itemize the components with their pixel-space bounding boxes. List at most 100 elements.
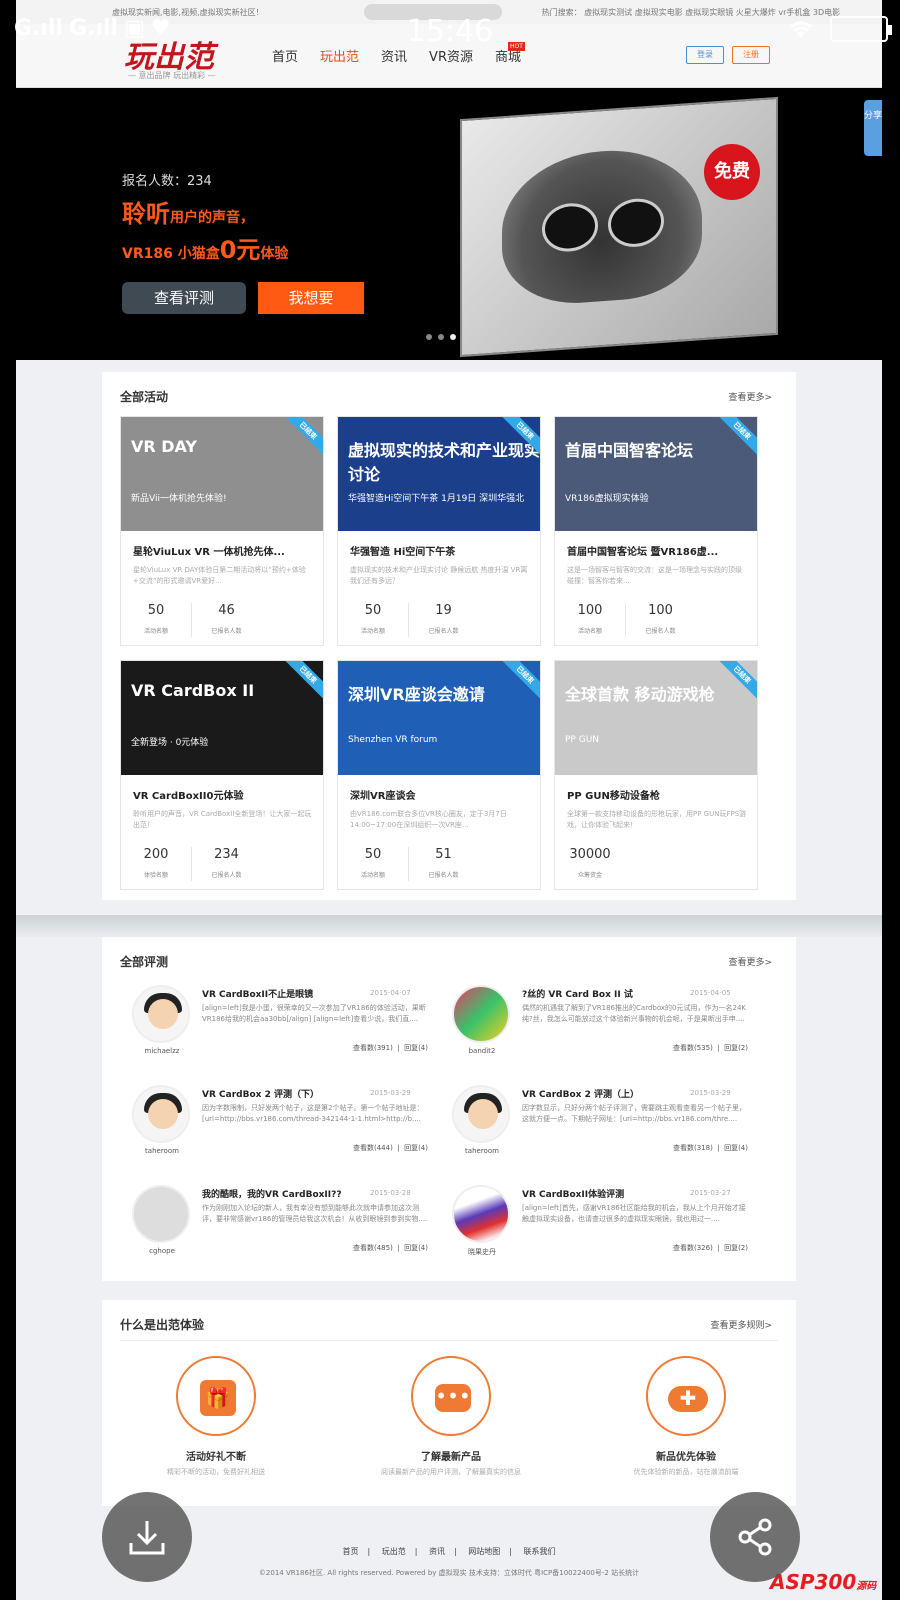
carousel-dots[interactable] bbox=[426, 334, 456, 340]
review-item[interactable]: 晓果史丹 VR CardBoxII体验评测 2015-03-27 [align=lef… bbox=[440, 1181, 760, 1281]
activity-card[interactable]: VR DAY 新品Vii一体机抢先体验! 已结束星轮ViuLux VR 一体机抢先体… bbox=[120, 416, 324, 646]
activity-card[interactable]: 首届中国智客论坛 VR186虚拟现实体验 已结束首届中国智客论坛 暨VR186虚..… bbox=[554, 416, 758, 646]
share-icon bbox=[738, 1518, 772, 1556]
side-share-tab[interactable]: 分享 bbox=[864, 100, 882, 156]
username[interactable]: taheroom bbox=[120, 1147, 204, 1155]
stat-quota: 50 活动名额 bbox=[360, 603, 385, 635]
i-want-button[interactable]: 我想要 bbox=[258, 282, 364, 314]
thumbnail-subtext: 全新登场 · 0元体验 bbox=[131, 738, 209, 748]
footer-link[interactable]: 首页 bbox=[343, 1547, 359, 1556]
activity-title[interactable]: VR CardBoxII0元体验 bbox=[133, 787, 243, 802]
logo-slogan: — 意出品牌 玩出精彩 — bbox=[128, 71, 216, 80]
stat-quota: 30000 众筹资金 bbox=[569, 847, 611, 879]
share-button[interactable] bbox=[710, 1492, 800, 1582]
battery-icon bbox=[830, 16, 892, 42]
activity-title[interactable]: 深圳VR座谈会 bbox=[350, 787, 415, 802]
ended-ribbon: 已结束 bbox=[279, 661, 323, 704]
ended-ribbon: 已结束 bbox=[713, 417, 757, 460]
activity-title[interactable]: 华强智造 Hi空间下午茶 bbox=[350, 543, 455, 558]
clock: 15:46 bbox=[406, 14, 494, 49]
thumbnail-headline: 首届中国智客论坛 bbox=[565, 441, 694, 460]
status-bar: G.ıll G.ıll ▣ ♥ 15:46 bbox=[0, 0, 900, 62]
username[interactable]: 晓果史丹 bbox=[440, 1247, 524, 1257]
review-item[interactable]: cghope 我的酷眼，我的VR CardBoxII?? 2015-03-28 作为刚… bbox=[120, 1181, 440, 1281]
free-badge: 免费 bbox=[704, 144, 760, 200]
review-title[interactable]: VR CardBoxII不止是眼镜 bbox=[202, 987, 352, 1000]
activity-thumbnail[interactable]: VR DAY 新品Vii一体机抢先体验! 已结束 bbox=[121, 417, 323, 531]
decorative-strip bbox=[16, 915, 882, 937]
download-button[interactable] bbox=[102, 1492, 192, 1582]
banner-subheadline: VR186 小猫盒0元体验 bbox=[122, 236, 289, 264]
activity-card[interactable]: VR CardBox II 全新登场 · 0元体验 已结束 VR CardBoxII0… bbox=[120, 660, 324, 890]
footer-link[interactable]: 联系我们 bbox=[524, 1547, 556, 1556]
thumbnail-headline: VR DAY bbox=[131, 437, 197, 456]
stat-signed-up: 234 已报名人数 bbox=[191, 847, 261, 881]
banner-headline: 聆听用户的声音， bbox=[122, 200, 254, 228]
review-date: 2015-03-29 bbox=[370, 1089, 411, 1097]
review-title[interactable]: ?丝的 VR Card Box II 试 bbox=[522, 987, 672, 1000]
carousel-dot-active[interactable] bbox=[450, 334, 456, 340]
activity-thumbnail[interactable]: 首届中国智客论坛 VR186虚拟现实体验 已结束 bbox=[555, 417, 757, 531]
review-stats: 查看数(318) | 回复(4) bbox=[672, 1144, 748, 1152]
review-item[interactable]: michaelzz VR CardBoxII不止是眼镜 2015-04-07 [ali… bbox=[120, 981, 440, 1081]
reviews-more-link[interactable]: 查看更多> bbox=[728, 955, 772, 968]
review-date: 2015-04-05 bbox=[690, 989, 731, 997]
carousel-dot[interactable] bbox=[438, 334, 444, 340]
avatar[interactable] bbox=[132, 1085, 190, 1143]
activity-card[interactable]: 虚拟现实的技术和产业现实讨论 华强智造Hi空间下午茶 1月19日 深圳华强北 已结束… bbox=[337, 416, 541, 646]
review-title[interactable]: VR CardBox 2 评测（上） bbox=[522, 1087, 672, 1100]
ended-ribbon: 已结束 bbox=[496, 661, 540, 704]
username[interactable]: cghope bbox=[120, 1247, 204, 1255]
carousel-dot[interactable] bbox=[426, 334, 432, 340]
feature-name: 了解最新产品 bbox=[421, 1452, 481, 1463]
activity-thumbnail[interactable]: 虚拟现实的技术和产业现实讨论 华强智造Hi空间下午茶 1月19日 深圳华强北 已结束 bbox=[338, 417, 540, 531]
avatar[interactable] bbox=[452, 985, 510, 1043]
review-list: michaelzz VR CardBoxII不止是眼镜 2015-04-07 [ali… bbox=[120, 981, 760, 1281]
divider bbox=[120, 1340, 778, 1341]
activity-grid: VR DAY 新品Vii一体机抢先体验! 已结束星轮ViuLux VR 一体机抢先体… bbox=[120, 416, 758, 890]
download-icon bbox=[129, 1521, 165, 1555]
activities-section: 全部活动 查看更多> VR DAY 新品Vii一体机抢先体验! 已结束 星轮ViuLu… bbox=[102, 372, 796, 900]
username[interactable]: taheroom bbox=[440, 1147, 524, 1155]
activity-card[interactable]: 全球首款 移动游戏枪 PP GUN 已结束 PP GUN移动设备枪全球第一款支持移动设… bbox=[554, 660, 758, 890]
footer-link[interactable]: 资讯 bbox=[429, 1547, 445, 1556]
avatar[interactable] bbox=[452, 1085, 510, 1143]
feature-row: 🎁 活动好礼不断 精彩不断的活动，免费好礼相送 ••• 了解最新产品 阅读最新产品的用户评… bbox=[126, 1356, 776, 1477]
review-item[interactable]: taheroom VR CardBox 2 评测（上） 2015-03-29 因字数显… bbox=[440, 1081, 760, 1181]
review-date: 2015-03-29 bbox=[690, 1089, 731, 1097]
avatar[interactable] bbox=[132, 1185, 190, 1243]
activity-description: 全球第一款支持移动设备的形枪玩家，用PP GUN玩FPS游戏，让你体验飞起来！ bbox=[567, 810, 747, 829]
activity-card[interactable]: 深圳VR座谈会邀请 Shenzhen VR forum 已结束 深圳VR座谈会 由VR1… bbox=[337, 660, 541, 890]
cat-image bbox=[502, 144, 702, 309]
view-review-button[interactable]: 查看评测 bbox=[122, 282, 246, 314]
activity-title[interactable]: 首届中国智客论坛 暨VR186虚... bbox=[567, 543, 718, 558]
avatar[interactable] bbox=[132, 985, 190, 1043]
activity-thumbnail[interactable]: 全球首款 移动游戏枪 PP GUN 已结束 bbox=[555, 661, 757, 775]
thumbnail-subtext: 华强智造Hi空间下午茶 1月19日 深圳华强北 bbox=[348, 494, 525, 504]
experience-more-link[interactable]: 查看更多规则> bbox=[710, 1318, 772, 1331]
hero-banner[interactable]: 报名人数：234 聆听用户的声音， VR186 小猫盒0元体验 查看评测 我想要… bbox=[16, 88, 882, 360]
footer-link[interactable]: 玩出范 bbox=[382, 1547, 406, 1556]
activity-thumbnail[interactable]: 深圳VR座谈会邀请 Shenzhen VR forum 已结束 bbox=[338, 661, 540, 775]
activity-title[interactable]: 星轮ViuLux VR 一体机抢先体... bbox=[133, 543, 285, 558]
review-item[interactable]: bandit2 ?丝的 VR Card Box II 试 2015-04-05 偶然的… bbox=[440, 981, 760, 1081]
review-date: 2015-04-07 bbox=[370, 989, 411, 997]
review-title[interactable]: VR CardBoxII体验评测 bbox=[522, 1187, 672, 1200]
feature-item: ••• 了解最新产品 阅读最新产品的用户评测，了解最真实的信息 bbox=[361, 1356, 541, 1477]
activity-thumbnail[interactable]: VR CardBox II 全新登场 · 0元体验 已结束 bbox=[121, 661, 323, 775]
review-title[interactable]: 我的酷眼，我的VR CardBoxII?? bbox=[202, 1187, 352, 1200]
username[interactable]: bandit2 bbox=[440, 1047, 524, 1055]
username[interactable]: michaelzz bbox=[120, 1047, 204, 1055]
stat-signed-up: 46 已报名人数 bbox=[191, 603, 261, 637]
feature-item: 🎁 活动好礼不断 精彩不断的活动，免费好礼相送 bbox=[126, 1356, 306, 1477]
ended-ribbon: 已结束 bbox=[279, 417, 323, 460]
feature-description: 阅读最新产品的用户评测，了解最真实的信息 bbox=[381, 1468, 521, 1476]
review-excerpt: 作为刚刚加入论坛的新人，我有幸没有想到能够此次就申请参加这次测评，要非常感谢vr… bbox=[202, 1204, 428, 1223]
activity-title[interactable]: PP GUN移动设备枪 bbox=[567, 787, 660, 802]
footer-link[interactable]: 网站地图 bbox=[468, 1547, 500, 1556]
activities-more-link[interactable]: 查看更多> bbox=[728, 390, 772, 403]
stat-signed-up: 100 已报名人数 bbox=[625, 603, 695, 637]
avatar[interactable] bbox=[452, 1185, 510, 1243]
review-title[interactable]: VR CardBox 2 评测（下） bbox=[202, 1087, 352, 1100]
review-item[interactable]: taheroom VR CardBox 2 评测（下） 2015-03-29 因为字数… bbox=[120, 1081, 440, 1181]
